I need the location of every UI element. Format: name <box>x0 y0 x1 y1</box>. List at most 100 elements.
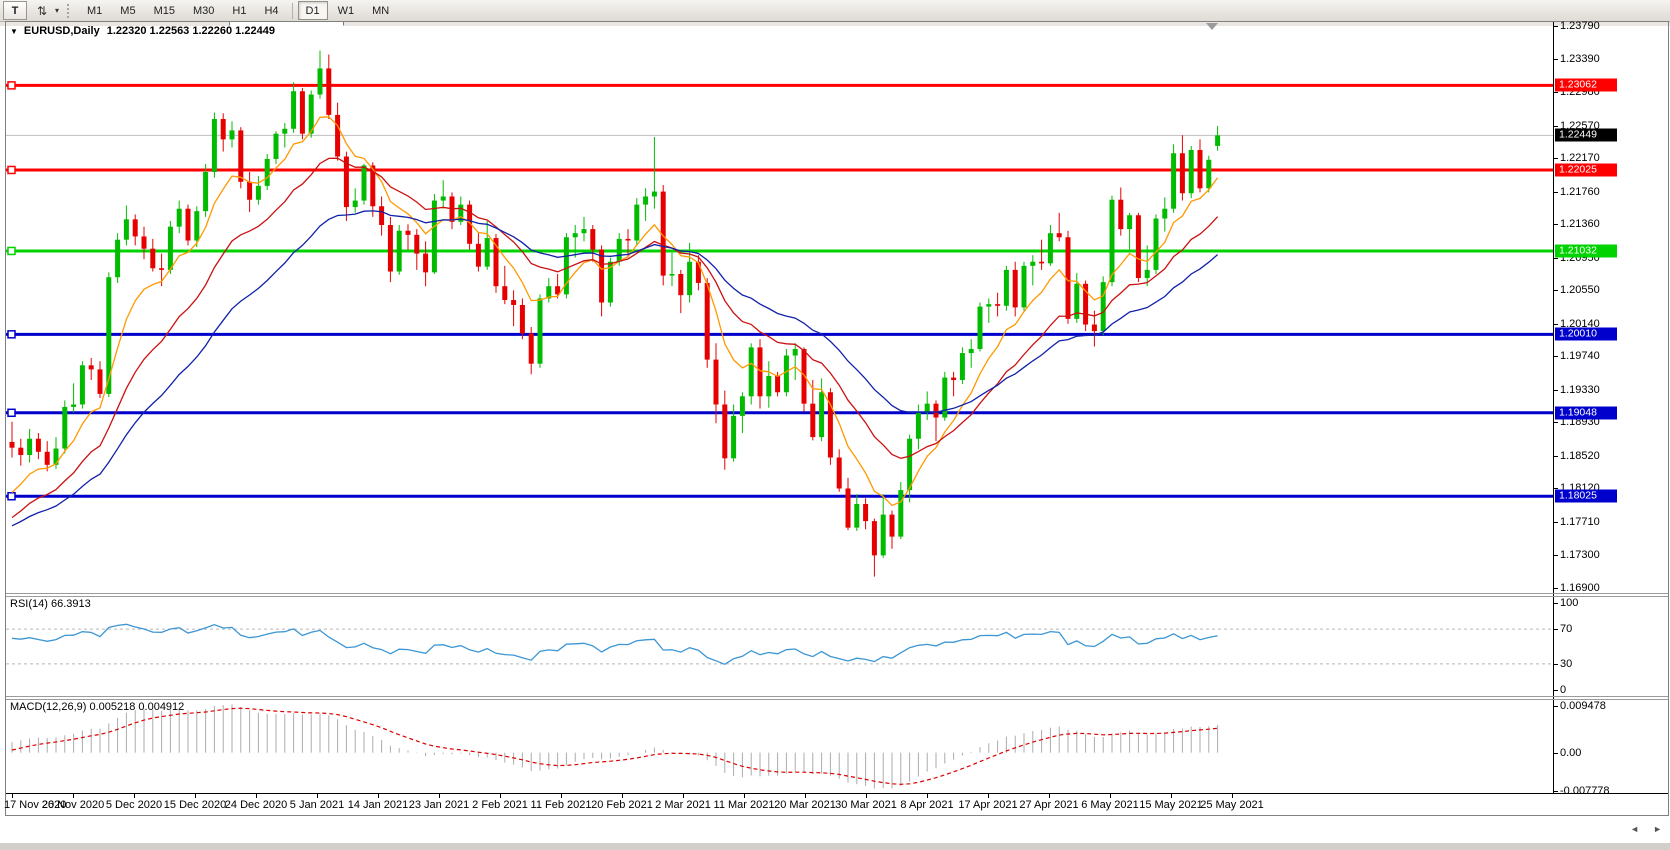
price-tick-label: 1.22170 <box>1560 152 1600 164</box>
date-tick-mark <box>1049 794 1050 798</box>
date-tick-mark <box>378 794 379 798</box>
price-tick-label: 1.21360 <box>1560 218 1600 230</box>
rsi-tick-mark <box>1553 629 1558 630</box>
price-tick-mark <box>1553 588 1558 589</box>
date-tick-mark <box>561 794 562 798</box>
price-level-badge: 1.18025 <box>1555 490 1617 503</box>
date-tick-label: 2 Mar 2021 <box>655 799 711 811</box>
price-tick-label: 1.17300 <box>1560 549 1600 561</box>
date-tick-label: 15 May 2021 <box>1139 799 1203 811</box>
rsi-tick-label: 100 <box>1560 597 1578 609</box>
price-tick-label: 1.18520 <box>1560 450 1600 462</box>
macd-tick-mark <box>1553 753 1558 754</box>
price-tick-mark <box>1553 324 1558 325</box>
date-tick-label: 2 Feb 2021 <box>472 799 528 811</box>
price-tick-mark <box>1553 224 1558 225</box>
price-tick-label: 1.16900 <box>1560 582 1600 594</box>
price-tick-label: 1.23390 <box>1560 53 1600 65</box>
macd-tick-label: 0.009478 <box>1560 700 1606 712</box>
date-tick-mark <box>683 794 684 798</box>
rsi-label: RSI(14) 66.3913 <box>10 598 91 610</box>
date-tick-label: 25 May 2021 <box>1200 799 1264 811</box>
rsi-tick-label: 70 <box>1560 623 1572 635</box>
price-tick-label: 1.19740 <box>1560 350 1600 362</box>
date-tick-label: 26 Nov 2020 <box>42 799 104 811</box>
macd-tick-label: 0.00 <box>1560 747 1581 759</box>
status-strip <box>0 843 1670 850</box>
chart-symbol-timeframe: EURUSD,Daily <box>24 25 100 37</box>
chart-title: ▼ EURUSD,Daily 1.22320 1.22563 1.22260 1… <box>10 25 275 37</box>
date-tick-label: 14 Jan 2021 <box>348 799 409 811</box>
rsi-tick-label: 30 <box>1560 658 1572 670</box>
price-tick-mark <box>1553 258 1558 259</box>
price-tick-mark <box>1553 290 1558 291</box>
price-level-badge: 1.20010 <box>1555 328 1617 341</box>
date-tick-label: 30 Mar 2021 <box>835 799 897 811</box>
date-tick-mark <box>439 794 440 798</box>
price-tick-mark <box>1553 192 1558 193</box>
date-tick-mark <box>1110 794 1111 798</box>
date-tick-label: 20 Feb 2021 <box>591 799 653 811</box>
date-tick-mark <box>134 794 135 798</box>
rsi-tick-mark <box>1553 664 1558 665</box>
date-tick-label: 5 Jan 2021 <box>290 799 344 811</box>
price-tick-label: 1.19330 <box>1560 384 1600 396</box>
price-tick-mark <box>1553 456 1558 457</box>
price-tick-mark <box>1553 59 1558 60</box>
price-tick-mark <box>1553 356 1558 357</box>
date-tick-label: 20 Mar 2021 <box>774 799 836 811</box>
price-tick-mark <box>1553 26 1558 27</box>
date-tick-mark <box>12 794 13 798</box>
date-tick-mark <box>1171 794 1172 798</box>
chart-shift-marker-icon[interactable] <box>1206 23 1218 30</box>
price-tick-label: 1.21760 <box>1560 186 1600 198</box>
date-tick-mark <box>988 794 989 798</box>
date-tick-label: 11 Mar 2021 <box>714 799 775 811</box>
date-tick-mark <box>744 794 745 798</box>
macd-tick-mark <box>1553 791 1558 792</box>
macd-label: MACD(12,26,9) 0.005218 0.004912 <box>10 701 184 713</box>
current-price-badge: 1.22449 <box>1555 129 1617 142</box>
date-tick-mark <box>195 794 196 798</box>
date-tick-label: 8 Apr 2021 <box>900 799 953 811</box>
date-tick-mark <box>805 794 806 798</box>
date-tick-mark <box>1232 794 1233 798</box>
price-tick-mark <box>1553 555 1558 556</box>
price-tick-mark <box>1553 126 1558 127</box>
tab-scroll-left-icon[interactable]: ◄ <box>1630 824 1639 834</box>
date-tick-label: 11 Feb 2021 <box>531 799 592 811</box>
price-tick-mark <box>1553 390 1558 391</box>
date-tick-label: 15 Dec 2020 <box>164 799 226 811</box>
date-tick-mark <box>927 794 928 798</box>
price-level-badge: 1.22025 <box>1555 163 1617 176</box>
date-tick-label: 27 Apr 2021 <box>1019 799 1078 811</box>
price-tick-label: 1.20550 <box>1560 284 1600 296</box>
tab-scroll-right-icon[interactable]: ► <box>1653 824 1662 834</box>
date-tick-mark <box>256 794 257 798</box>
price-level-badge: 1.19048 <box>1555 406 1617 419</box>
mt4-window: T ⇅ ▾ M1M5M15M30H1H4D1W1MN ▼ EURUSD,Dail… <box>0 0 1670 850</box>
macd-tick-mark <box>1553 706 1558 707</box>
date-tick-label: 6 May 2021 <box>1081 799 1138 811</box>
date-tick-label: 24 Dec 2020 <box>225 799 287 811</box>
price-tick-label: 1.17710 <box>1560 516 1600 528</box>
rsi-tick-mark <box>1553 603 1558 604</box>
price-tick-mark <box>1553 158 1558 159</box>
rsi-tick-label: 0 <box>1560 684 1566 696</box>
rsi-tick-mark <box>1553 690 1558 691</box>
price-level-badge: 1.21032 <box>1555 244 1617 257</box>
date-tick-mark <box>73 794 74 798</box>
date-tick-mark <box>500 794 501 798</box>
date-tick-mark <box>866 794 867 798</box>
triangle-down-icon: ▼ <box>10 27 18 36</box>
date-tick-label: 23 Jan 2021 <box>409 799 470 811</box>
macd-tick-label: -0.007778 <box>1560 785 1610 797</box>
date-tick-label: 5 Dec 2020 <box>106 799 162 811</box>
tab-scroll-arrows: ◄ ► <box>1630 824 1662 834</box>
date-tick-mark <box>317 794 318 798</box>
date-tick-mark <box>622 794 623 798</box>
price-tick-mark <box>1553 422 1558 423</box>
price-tick-mark <box>1553 92 1558 93</box>
chart-ohlc-values: 1.22320 1.22563 1.22260 1.22449 <box>107 25 275 37</box>
price-tick-mark <box>1553 522 1558 523</box>
